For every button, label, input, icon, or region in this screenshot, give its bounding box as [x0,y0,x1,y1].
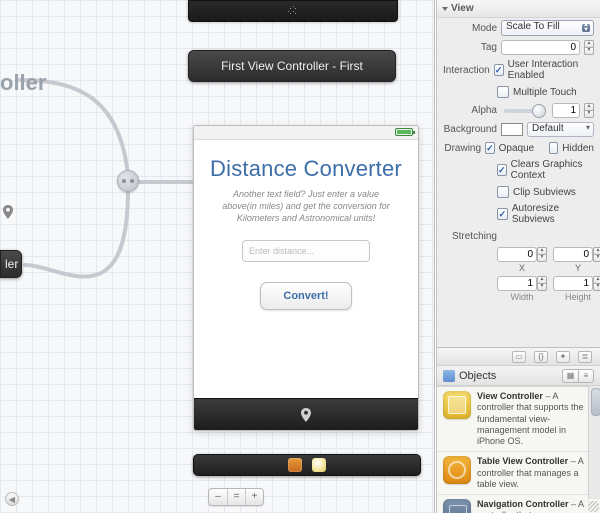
tag-label: Tag [443,42,497,53]
code-snippet-tab-icon[interactable]: {} [534,351,548,363]
alpha-slider[interactable] [504,109,545,113]
view-mode-segment[interactable]: ▦≡ [562,369,594,383]
file-template-tab-icon[interactable]: ▭ [512,351,526,363]
app-title-label[interactable]: Distance Converter [194,156,418,182]
drawing-label: Drawing [443,143,481,154]
clip-subviews-label: Clip Subviews [513,187,576,198]
library-tab-icons: ▭ {} ✦ ≣ [437,348,600,366]
scroll-left-button[interactable]: ◀ [5,492,19,506]
first-responder-icon[interactable] [288,458,302,472]
hidden-checkbox[interactable] [549,142,558,154]
opaque-label: Opaque [499,143,535,154]
app-description-label[interactable]: Another text field? Just enter a value a… [194,182,418,224]
autoresize-label: Autoresize Subviews [512,203,594,225]
stretch-y-field[interactable] [553,247,593,262]
attributes-inspector: View Mode ▲▼Scale To Fill Tag ▲▼ Interac… [436,0,600,513]
scene1-title[interactable]: First View Controller - First [188,50,396,82]
scene2-title-fragment[interactable]: ler [0,250,22,278]
clip-subviews-checkbox[interactable] [497,186,509,198]
y-header: Y [575,263,581,273]
user-interaction-checkbox[interactable] [494,64,504,76]
media-tab-icon[interactable]: ≣ [578,351,592,363]
multiple-touch-checkbox[interactable] [497,86,509,98]
library-panel: ▭ {} ✦ ≣ Objects ▦≡ View Controller – A … [437,347,600,513]
tab-bar[interactable] [194,398,418,430]
zoom-out-button[interactable]: – [209,489,227,505]
background-label: Background [443,124,497,135]
alpha-field[interactable] [552,103,580,118]
stretch-w-stepper[interactable]: ▲▼ [537,276,547,291]
distance-input[interactable] [242,240,370,262]
mode-label: Mode [443,23,497,34]
mode-select[interactable]: ▲▼Scale To Fill [501,20,594,36]
list-item[interactable]: Table View Controller – A controller tha… [437,452,600,495]
navigation-controller-icon [443,499,471,513]
stretching-label: Stretching [443,231,497,242]
alpha-label: Alpha [443,105,497,116]
storyboard-canvas[interactable]: First View Controller - First oller ler … [0,0,435,513]
stretch-x-stepper[interactable]: ▲▼ [537,247,547,262]
phone-mock-view[interactable]: Distance Converter Another text field? J… [193,125,419,431]
stretch-y-stepper[interactable]: ▲▼ [593,247,600,262]
scene-dock[interactable] [193,454,421,476]
stretch-h-field[interactable] [553,276,593,291]
resize-grip-icon[interactable] [588,501,599,512]
section-title: View [451,3,474,14]
multiple-touch-label: Multiple Touch [513,87,577,98]
table-view-controller-icon [443,456,471,484]
hidden-label: Hidden [562,143,594,154]
stretch-w-field[interactable] [497,276,537,291]
background-select[interactable]: Default [527,122,594,137]
alpha-stepper[interactable]: ▲▼ [584,103,594,118]
zoom-controls: – = + [208,488,264,506]
partial-scene-title: oller [0,70,46,96]
stretch-h-stepper[interactable]: ▲▼ [593,276,600,291]
library-list[interactable]: View Controller – A controller that supp… [437,386,600,513]
library-title: Objects [459,370,496,382]
zoom-in-button[interactable]: + [245,489,263,505]
view-controller-icon[interactable] [312,458,326,472]
library-header: Objects ▦≡ [437,366,600,386]
disclosure-triangle-icon[interactable] [442,7,448,11]
width-footer: Width [510,292,533,302]
grid-view-icon[interactable]: ▦ [562,369,578,383]
height-footer: Height [565,292,591,302]
segue-node[interactable] [117,170,139,192]
interaction-label: Interaction [443,65,490,76]
list-item[interactable]: Navigation Controller – A controller tha… [437,495,600,513]
color-swatch[interactable] [501,123,523,136]
map-pin-icon [299,408,313,422]
convert-button[interactable]: Convert! [260,282,352,310]
user-interaction-label: User Interaction Enabled [508,59,594,81]
x-header: X [519,263,525,273]
object-tab-icon[interactable]: ✦ [556,351,570,363]
battery-icon [395,128,413,136]
tag-field[interactable] [501,40,580,55]
list-view-icon[interactable]: ≡ [578,369,594,383]
clears-graphics-label: Clears Graphics Context [511,159,594,181]
zoom-fit-button[interactable]: = [227,489,245,505]
library-scrollbar[interactable] [588,386,600,499]
autoresize-checkbox[interactable] [497,208,508,220]
status-bar [194,126,418,140]
view-controller-icon [443,391,471,419]
stretch-x-field[interactable] [497,247,537,262]
map-pin-icon [3,205,13,219]
opaque-checkbox[interactable] [485,142,495,154]
section-header-view[interactable]: View [437,0,600,18]
objects-icon [443,370,455,382]
scene1-tabbar-fragment [188,0,398,22]
list-item[interactable]: View Controller – A controller that supp… [437,387,600,452]
clears-graphics-checkbox[interactable] [497,164,507,176]
tag-stepper[interactable]: ▲▼ [584,40,594,55]
stretching-grid: ▲▼ X ▲▼ Y ▲▼ Width ▲▼ Height [437,245,600,306]
